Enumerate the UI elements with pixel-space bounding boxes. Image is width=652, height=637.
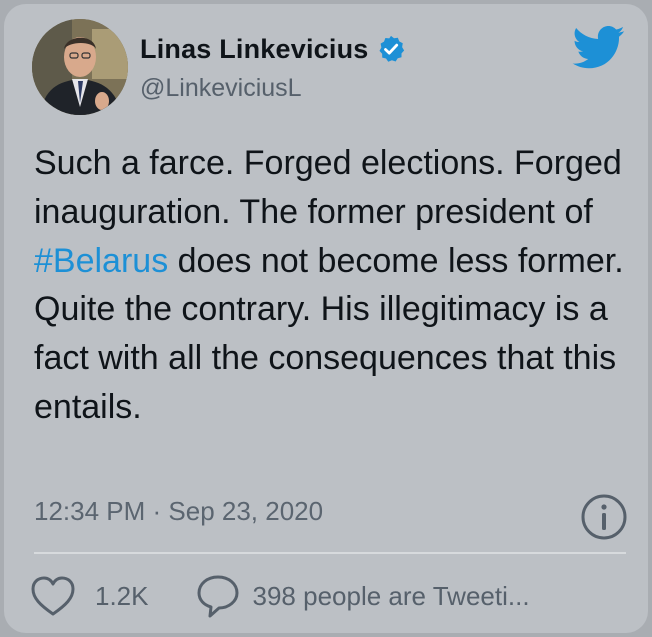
heart-icon xyxy=(30,575,76,617)
twitter-bird-icon xyxy=(572,26,626,70)
like-count: 1.2K xyxy=(95,580,149,611)
author-name-row[interactable]: Linas Linkevicius xyxy=(140,32,406,66)
verified-badge-icon xyxy=(376,34,406,64)
tweet-text: Such a farce. Forged elections. Forged i… xyxy=(34,139,634,432)
tweet-timestamp[interactable]: 12:34 PM · Sep 23, 2020 xyxy=(34,496,323,527)
author-avatar[interactable] xyxy=(32,19,128,115)
like-button[interactable]: 1.2K xyxy=(30,575,149,617)
conversation-text: 398 people are Tweeti... xyxy=(252,580,530,611)
conversation-link[interactable]: 398 people are Tweeti... xyxy=(195,573,530,619)
divider xyxy=(34,552,626,554)
hashtag-link[interactable]: #Belarus xyxy=(34,242,168,280)
tweet-card: Linas Linkevicius @LinkeviciusL Such a f… xyxy=(4,4,648,633)
tweet-text-start: Such a farce. Forged elections. Forged i… xyxy=(34,144,622,231)
author-name[interactable]: Linas Linkevicius xyxy=(140,34,368,65)
speech-bubble-icon xyxy=(195,573,241,619)
tweet-actions: 1.2K 398 people are Tweeti... xyxy=(30,571,530,621)
author-handle[interactable]: @LinkeviciusL xyxy=(140,74,302,103)
info-icon[interactable] xyxy=(580,493,628,541)
